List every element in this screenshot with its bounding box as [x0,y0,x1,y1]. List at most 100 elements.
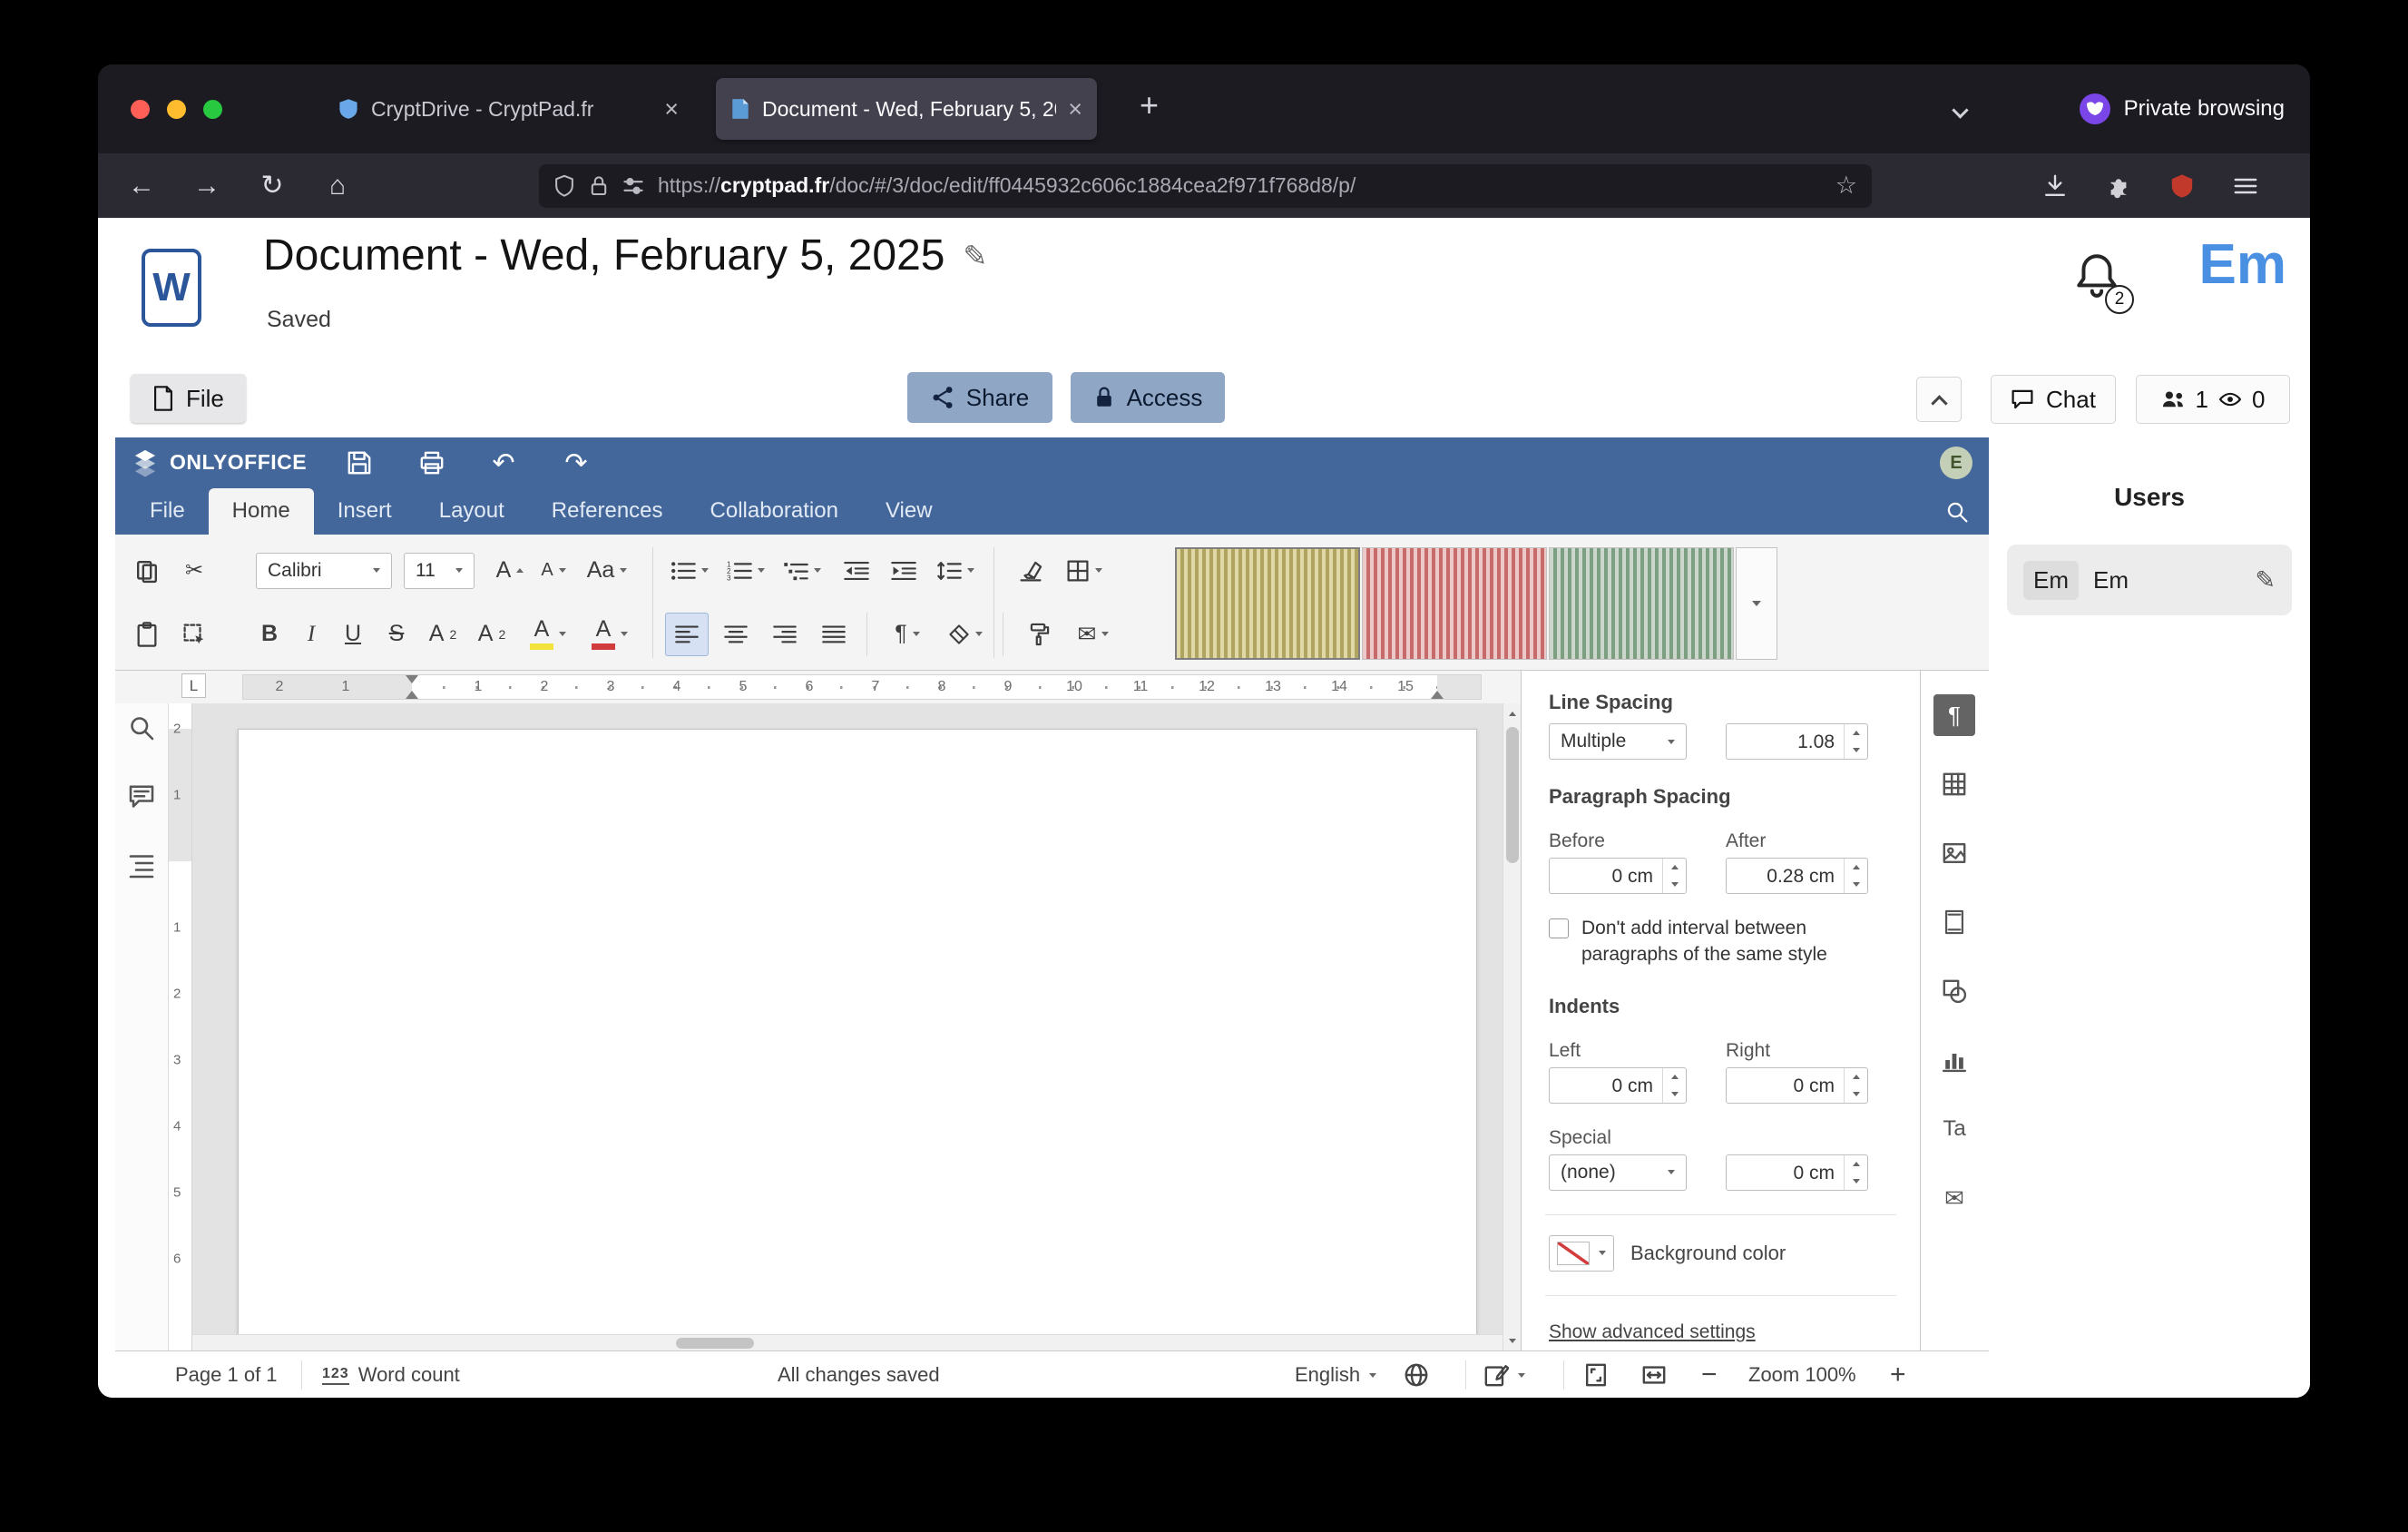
edit-name-pencil-icon[interactable]: ✎ [2255,566,2276,594]
lock-icon[interactable] [589,175,609,197]
menu-button[interactable] [2222,162,2269,210]
special-indent-spinner[interactable]: 0 cm [1726,1154,1868,1191]
find-icon[interactable] [128,714,155,746]
zoom-level[interactable]: Zoom 100% [1748,1351,1856,1398]
list-tabs-button[interactable] [1952,102,1968,118]
shape-settings-icon[interactable] [1933,970,1975,1012]
spinner-down[interactable] [1853,748,1860,752]
font-size-select[interactable]: 11 [404,553,475,589]
superscript-button[interactable]: A2 [420,613,465,656]
oo-menu-file[interactable]: File [126,488,209,535]
document-page[interactable] [238,729,1477,1350]
special-indent-select[interactable]: (none) [1549,1154,1687,1191]
indent-right-spinner[interactable]: 0 cm [1726,1067,1868,1104]
save-button[interactable] [336,445,383,481]
bookmark-star-icon[interactable]: ☆ [1835,172,1857,200]
reload-button[interactable]: ↻ [249,162,296,210]
spacing-before-spinner[interactable]: 0 cm [1549,858,1687,894]
url-bar[interactable]: https://cryptpad.fr/doc/#/3/doc/edit/ff0… [539,164,1872,208]
word-count-button[interactable]: 123 Word count [322,1351,460,1398]
style-swatch-1[interactable] [1175,547,1360,660]
tracking-shield-icon[interactable] [553,174,575,198]
print-button[interactable] [408,445,455,481]
collapse-toolbar-button[interactable] [1916,377,1962,422]
style-swatch-3[interactable] [1549,547,1734,660]
line-spacing-amount-spinner[interactable]: 1.08 [1726,723,1868,760]
left-indent-marker[interactable] [406,684,418,699]
chat-button[interactable]: Chat [1991,375,2116,424]
italic-button[interactable]: I [293,613,329,656]
oo-menu-insert[interactable]: Insert [314,488,416,535]
paragraph-settings-icon[interactable]: ¶ [1933,694,1975,736]
chart-settings-icon[interactable] [1933,1039,1975,1081]
vertical-scroll-thumb[interactable] [1506,727,1519,863]
underline-button[interactable]: U [335,613,371,656]
tab-close-button[interactable]: × [1068,97,1082,122]
back-button[interactable]: ← [118,162,165,210]
spinner-up[interactable] [1853,731,1860,735]
user-list-item[interactable]: Em Em ✎ [2007,545,2292,615]
bullet-list-button[interactable] [665,549,714,593]
tab-document[interactable]: Document - Wed, February 5, 2025 × [716,78,1097,140]
downloads-button[interactable] [2031,162,2079,210]
scroll-up-button[interactable] [1503,703,1521,723]
highlight-color-button[interactable]: A [520,613,576,656]
maximize-window-button[interactable] [203,100,222,119]
indent-left-spinner[interactable]: 0 cm [1549,1067,1687,1104]
select-all-button[interactable] [173,613,215,656]
undo-button[interactable]: ↶ [480,445,527,481]
horizontal-ruler[interactable]: 21123456789101112131415 [242,674,1482,700]
align-right-button[interactable] [763,613,807,656]
scroll-down-button[interactable] [1503,1331,1521,1350]
file-menu-button[interactable]: File [131,374,246,423]
share-button[interactable]: Share [907,372,1052,423]
rename-pencil-icon[interactable]: ✎ [963,239,987,273]
oo-menu-collaboration[interactable]: Collaboration [687,488,862,535]
justify-button[interactable] [812,613,856,656]
align-left-button[interactable] [665,613,709,656]
style-gallery-expand-button[interactable] [1736,547,1777,660]
redo-button[interactable]: ↷ [553,445,600,481]
paste-button[interactable] [126,613,168,656]
zoom-out-button[interactable]: − [1701,1351,1718,1398]
decrease-indent-button[interactable] [836,549,877,593]
tab-close-button[interactable]: × [664,97,679,122]
cut-button[interactable]: ✂ [173,549,215,593]
forward-button[interactable]: → [183,162,230,210]
user-avatar[interactable]: Em [2199,232,2286,297]
comments-icon[interactable] [128,783,155,815]
decrease-font-button[interactable]: A [533,549,574,593]
tab-stop-selector[interactable]: L [181,673,206,698]
font-color-button[interactable]: A [582,613,638,656]
style-swatch-2[interactable] [1362,547,1547,660]
header-footer-settings-icon[interactable] [1933,901,1975,943]
table-settings-icon[interactable] [1933,763,1975,805]
url-text[interactable]: https://cryptpad.fr/doc/#/3/doc/edit/ff0… [658,173,1822,198]
line-spacing-select[interactable]: Multiple [1549,723,1687,760]
notifications-bell-button[interactable]: 2 [2074,250,2125,310]
extensions-button[interactable] [2095,162,2142,210]
minimize-window-button[interactable] [167,100,186,119]
home-button[interactable]: ⌂ [314,162,361,210]
text-art-settings-icon[interactable]: Ta [1933,1108,1975,1150]
mail-merge-settings-icon[interactable]: ✉ [1933,1177,1975,1219]
access-button[interactable]: Access [1071,372,1225,423]
editor-user-avatar[interactable]: E [1940,447,1972,479]
page-indicator[interactable]: Page 1 of 1 [175,1351,278,1398]
oo-menu-layout[interactable]: Layout [416,488,528,535]
permissions-icon[interactable] [622,176,644,196]
oo-menu-view[interactable]: View [862,488,956,535]
increase-font-button[interactable]: A [489,549,531,593]
close-window-button[interactable] [131,100,150,119]
advanced-settings-link[interactable]: Show advanced settings [1549,1321,1756,1343]
right-indent-marker[interactable] [1431,684,1444,699]
spacing-after-spinner[interactable]: 0.28 cm [1726,858,1868,894]
tab-cryptdrive[interactable]: CryptDrive - CryptPad.fr × [323,78,693,140]
fit-page-button[interactable] [1583,1351,1609,1398]
oo-menu-references[interactable]: References [528,488,687,535]
fit-width-button[interactable] [1641,1351,1667,1398]
change-case-button[interactable]: Aa [578,549,636,593]
mail-merge-button[interactable]: ✉ [1066,613,1121,656]
clear-style-button[interactable] [1010,549,1052,593]
background-color-button[interactable] [1549,1235,1614,1272]
